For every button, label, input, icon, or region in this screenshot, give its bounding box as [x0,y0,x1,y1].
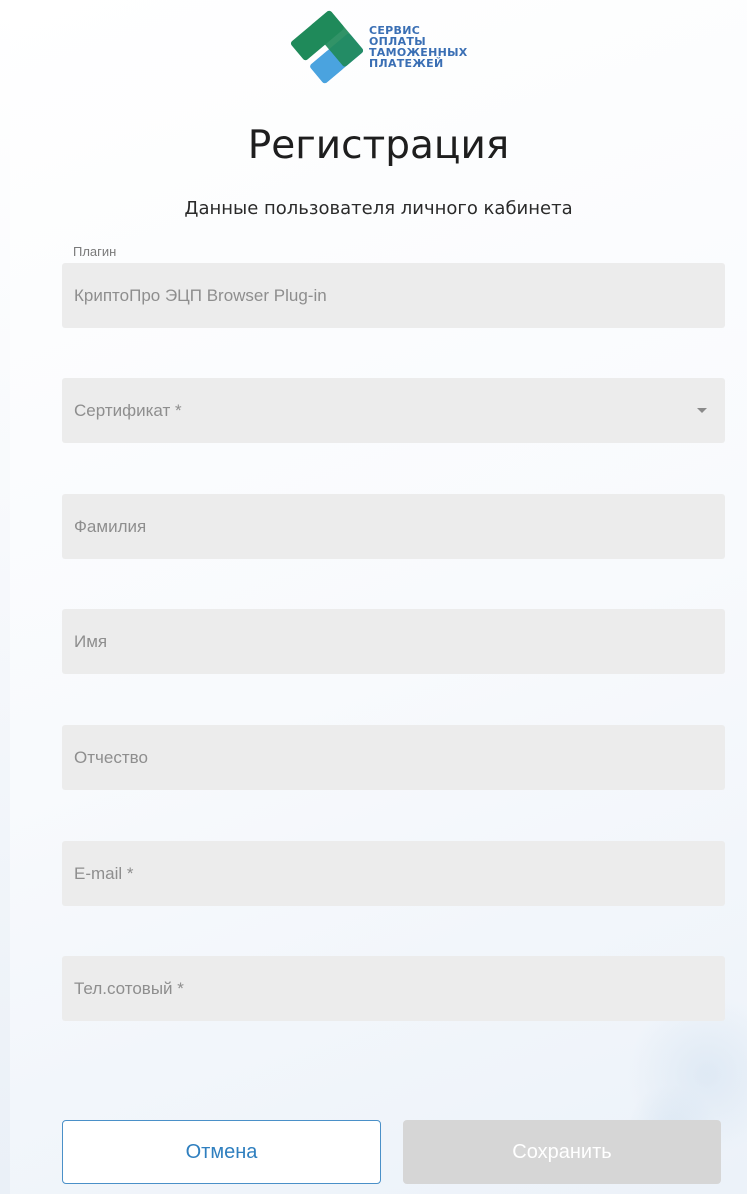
middle-name-placeholder: Отчество [74,747,148,767]
email-placeholder: E-mail * [74,863,134,883]
email-field[interactable]: E-mail * [62,841,725,906]
cancel-button-label: Отмена [185,1140,258,1163]
page-title: Регистрация [247,123,510,168]
last-name-field[interactable]: Фамилия [62,494,725,559]
plugin-field-label: Плагин [73,244,117,259]
certificate-select[interactable]: Сертификат * [62,378,725,443]
save-button-label: Сохранить [512,1140,612,1163]
plugin-field[interactable]: КриптоПро ЭЦП Browser Plug-in [62,263,725,328]
certificate-select-placeholder: Сертификат * [74,400,182,420]
first-name-field[interactable]: Имя [62,609,725,674]
phone-field[interactable]: Тел.сотовый * [62,956,725,1021]
phone-placeholder: Тел.сотовый * [74,978,184,998]
page-subtitle: Данные пользователя личного кабинета [184,198,573,219]
cancel-button[interactable]: Отмена [62,1120,381,1184]
service-logo: СЕРВИС ОПЛАТЫ ТАМОЖЕННЫХ ПЛАТЕЖЕЙ [287,10,468,84]
logo-text: СЕРВИС ОПЛАТЫ ТАМОЖЕННЫХ ПЛАТЕЖЕЙ [369,25,468,69]
save-button[interactable]: Сохранить [403,1120,721,1184]
chevron-down-icon[interactable] [697,408,707,413]
logo-icon [290,10,364,84]
first-name-placeholder: Имя [74,631,108,651]
logo-line: ПЛАТЕЖЕЙ [369,57,444,70]
middle-name-field[interactable]: Отчество [62,725,725,790]
last-name-placeholder: Фамилия [74,516,147,536]
plugin-field-value: КриптоПро ЭЦП Browser Plug-in [74,285,327,305]
registration-card: СЕРВИС ОПЛАТЫ ТАМОЖЕННЫХ ПЛАТЕЖЕЙ Регист… [10,0,747,1194]
